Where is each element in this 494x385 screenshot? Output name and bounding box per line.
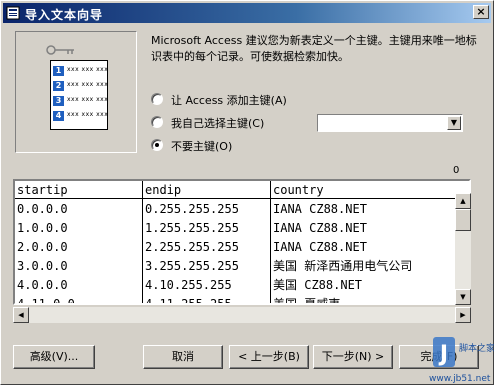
table-cell: 1.255.255.255: [145, 221, 239, 235]
key-icon: [46, 45, 74, 55]
close-button[interactable]: ×: [473, 5, 489, 19]
wizard-app-icon: [6, 6, 20, 20]
mini-row: 3 xxx xxx xxx: [51, 95, 109, 107]
mini-key-2: 2: [53, 81, 64, 91]
vertical-scrollbar[interactable]: ▲ ▼: [455, 193, 471, 305]
table-cell: 4.10.255.255: [145, 278, 232, 292]
table-header-divider: [15, 181, 455, 199]
back-button[interactable]: < 上一步(B): [229, 345, 309, 369]
title-bar[interactable]: 导入文本向导 ×: [3, 3, 491, 23]
primary-key-field-select[interactable]: ▼: [317, 114, 463, 132]
table-cell: 美国 CZ88.NET: [273, 278, 363, 292]
scroll-right-icon[interactable]: ▶: [455, 307, 471, 323]
site-watermark: J 脚本之家 www.jb51.net: [429, 337, 494, 384]
table-cell: 0.0.0.0: [17, 202, 68, 216]
watermark-url: www.jb51.net: [429, 374, 491, 384]
table-cell: 4.11.255.255: [145, 297, 232, 305]
sample-table-icon: 1 xxx xxx xxx 2 xxx xxx xxx 3 xxx xxx xx…: [50, 60, 108, 130]
table-cell: 美国 夏威夷: [273, 297, 341, 305]
table-cell: 1.0.0.0: [17, 221, 68, 235]
table-cell: 4.11.0.0: [17, 297, 75, 305]
description-text: Microsoft Access 建议您为新表定义一个主键。主键用来唯一地标识表…: [151, 34, 477, 63]
import-text-wizard-window: 导入文本向导 × 1 xxx xxx xxx 2 xxx xxx xxx 3 x…: [0, 0, 494, 385]
scroll-up-icon[interactable]: ▲: [455, 193, 471, 209]
mini-row: 1 xxx xxx xxx: [51, 65, 109, 77]
column-startip: startip 0.0.0.0 1.0.0.0 2.0.0.0 3.0.0.0 …: [15, 181, 143, 305]
advanced-button[interactable]: 高级(V)...: [13, 345, 95, 369]
window-title: 导入文本向导: [25, 8, 104, 22]
mini-row: 2 xxx xxx xxx: [51, 80, 109, 92]
radio-choose-key[interactable]: [151, 116, 163, 128]
mini-cells: xxx xxx xxx: [67, 111, 109, 118]
mini-key-4: 4: [53, 111, 64, 121]
svg-text:J: J: [438, 342, 448, 367]
radio-add-key[interactable]: [151, 93, 163, 105]
table-cell: 0.255.255.255: [145, 202, 239, 216]
mini-cells: xxx xxx xxx: [67, 66, 109, 73]
scroll-left-icon[interactable]: ◀: [13, 307, 29, 323]
watermark-brand: 脚本之家: [459, 342, 494, 354]
table-cell: 3.0.0.0: [17, 259, 68, 273]
mini-row: 4 xxx xxx xxx: [51, 110, 109, 122]
label-choose-key: 我自己选择主键(C): [171, 117, 265, 130]
table-cell: 2.255.255.255: [145, 240, 239, 254]
table-cell: 美国 新泽西通用电气公司: [273, 259, 413, 273]
label-add-key: 让 Access 添加主键(A): [171, 94, 287, 107]
table-cell: 4.0.0.0: [17, 278, 68, 292]
chevron-down-icon[interactable]: ▼: [447, 116, 461, 130]
mini-cells: xxx xxx xxx: [67, 81, 109, 88]
label-no-key: 不要主键(O): [171, 140, 233, 153]
data-preview-table[interactable]: startip 0.0.0.0 1.0.0.0 2.0.0.0 3.0.0.0 …: [13, 179, 471, 305]
column-country: country IANA CZ88.NET IANA CZ88.NET IANA…: [271, 181, 461, 305]
horizontal-scrollbar[interactable]: ◀ ▶: [13, 307, 471, 323]
primary-key-illustration: 1 xxx xxx xxx 2 xxx xxx xxx 3 xxx xxx xx…: [15, 31, 137, 153]
next-button[interactable]: 下一步(N) >: [313, 345, 393, 369]
column-endip: endip 0.255.255.255 1.255.255.255 2.255.…: [143, 181, 271, 305]
cancel-button[interactable]: 取消: [143, 345, 223, 369]
mini-cells: xxx xxx xxx: [67, 96, 109, 103]
radio-no-key[interactable]: [151, 139, 163, 151]
mini-key-3: 3: [53, 96, 64, 106]
mini-key-1: 1: [53, 66, 64, 76]
table-cell: IANA CZ88.NET: [273, 221, 367, 235]
table-cell: IANA CZ88.NET: [273, 240, 367, 254]
scroll-thumb[interactable]: [455, 209, 471, 231]
table-cell: 2.0.0.0: [17, 240, 68, 254]
column-ruler-mark: 0: [453, 165, 460, 176]
table-cell: IANA CZ88.NET: [273, 202, 367, 216]
table-cell: 3.255.255.255: [145, 259, 239, 273]
scroll-down-icon[interactable]: ▼: [455, 289, 471, 305]
